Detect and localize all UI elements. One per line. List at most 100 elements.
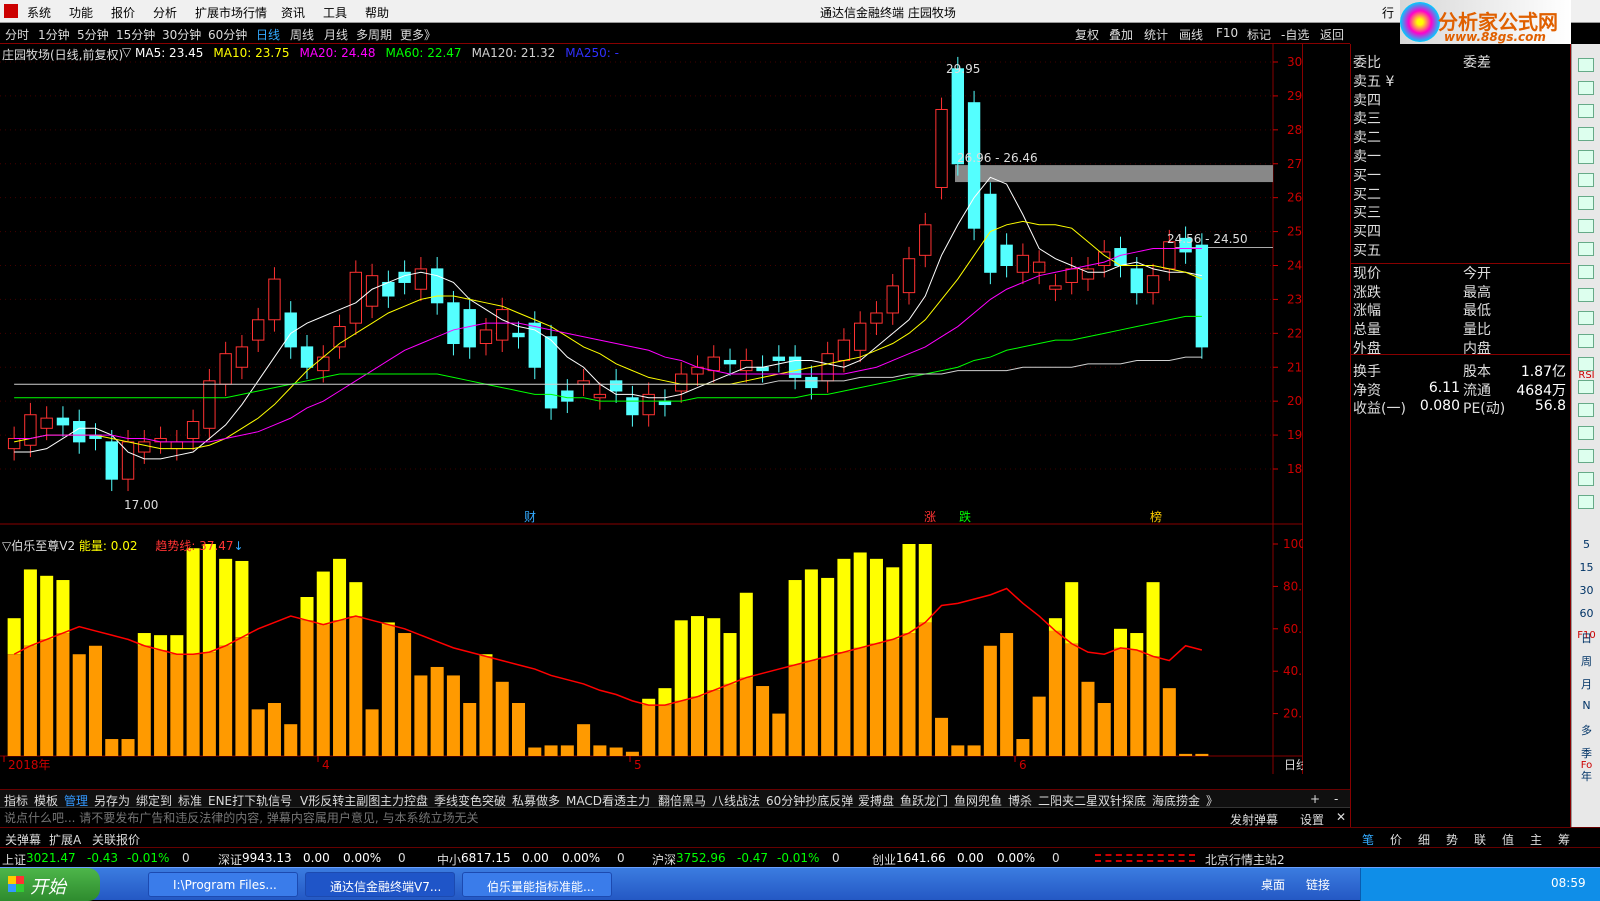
sidebar-period-8[interactable]: 多	[1574, 722, 1599, 740]
energy-bar	[918, 622, 932, 756]
btn-f10[interactable]: F10	[1216, 26, 1238, 40]
energy-bar	[1195, 753, 1209, 756]
sidebar-tool-icon[interactable]	[1578, 196, 1594, 210]
menu-ext-market[interactable]: 扩展市场行情	[195, 4, 267, 21]
btn-overlay[interactable]: 叠加	[1109, 26, 1133, 43]
sidebar-tool-icon[interactable]	[1578, 127, 1594, 141]
task-indicator[interactable]: 伯乐量能指标准能...	[462, 872, 612, 897]
sidebar-tool-icon[interactable]	[1578, 357, 1594, 371]
btn-close-danmu[interactable]: 关弹幕	[5, 831, 41, 848]
btn-extend-a[interactable]: 扩展A	[49, 831, 81, 848]
btn-mark[interactable]: 标记	[1247, 26, 1271, 43]
energy-bar	[1016, 739, 1030, 756]
detail-tab-5[interactable]: 值	[1502, 831, 1514, 848]
detail-tab-0[interactable]: 笔	[1362, 831, 1374, 848]
menu-quote[interactable]: 报价	[111, 4, 135, 21]
index-vol-0: 0	[182, 851, 190, 865]
sidebar-period-0[interactable]: 5	[1574, 538, 1599, 556]
btn-fuquan[interactable]: 复权	[1075, 26, 1099, 43]
period-toolbar: 分时 1分钟 5分钟 15分钟 30分钟 60分钟 日线 周线 月线 多周期 更…	[0, 23, 1350, 44]
sidebar-tool-icon[interactable]	[1578, 288, 1594, 302]
candle-body	[186, 421, 200, 439]
energy-bar	[121, 739, 135, 756]
sidebar-tool-icon[interactable]	[1578, 472, 1594, 486]
tab-remove-button[interactable]: -	[1334, 792, 1338, 806]
sidebar-tool-icon[interactable]	[1578, 426, 1594, 440]
period-monthly[interactable]: 月线	[324, 26, 348, 43]
energy-bar	[609, 747, 623, 756]
start-button[interactable]: 开始	[0, 868, 100, 901]
sidebar-tool-icon[interactable]	[1578, 495, 1594, 509]
period-30min[interactable]: 30分钟	[162, 26, 201, 43]
period-15min[interactable]: 15分钟	[116, 26, 155, 43]
sidebar-tool-icon[interactable]	[1578, 104, 1594, 118]
detail-tab-7[interactable]: 筹	[1558, 831, 1570, 848]
chart-svg[interactable]: 30.00 29.00 28.00 27.00 26.00 25.00 24.00 23.00…	[0, 44, 1303, 774]
sidebar-tool-icon[interactable]	[1578, 219, 1594, 233]
menu-system[interactable]: 系统	[27, 4, 51, 21]
menu-tools[interactable]: 工具	[323, 4, 347, 21]
btn-back[interactable]: 返回	[1320, 26, 1344, 43]
sidebar-period-1[interactable]: 15	[1574, 561, 1599, 579]
menu-function[interactable]: 功能	[69, 4, 93, 21]
menu-analysis[interactable]: 分析	[153, 4, 177, 21]
energy-bar	[446, 675, 460, 756]
tab-add-button[interactable]: +	[1310, 792, 1320, 806]
sidebar-period-6[interactable]: 月	[1574, 676, 1599, 694]
sidebar-period-5[interactable]: 周	[1574, 653, 1599, 671]
tray-desktop[interactable]: 桌面	[1261, 876, 1285, 893]
danmu-settings-button[interactable]: 设置	[1300, 811, 1324, 828]
task-tdx[interactable]: 通达信金融终端V7...	[305, 872, 455, 897]
sidebar-tool-icon[interactable]	[1578, 403, 1594, 417]
detail-tab-3[interactable]: 势	[1446, 831, 1458, 848]
sidebar-tool-icon[interactable]	[1578, 242, 1594, 256]
index-name-4: 创业	[872, 853, 897, 867]
sidebar-tool-icon[interactable]	[1578, 150, 1594, 164]
detail-tab-2[interactable]: 细	[1418, 831, 1430, 848]
sidebar-period-9[interactable]: 季	[1574, 745, 1599, 763]
btn-related-quote[interactable]: 关联报价	[92, 831, 140, 848]
detail-tab-6[interactable]: 主	[1530, 831, 1542, 848]
btn-stats[interactable]: 统计	[1144, 26, 1168, 43]
sidebar-tool-icon[interactable]	[1578, 265, 1594, 279]
detail-tab-4[interactable]: 联	[1474, 831, 1486, 848]
task-explorer[interactable]: I:\Program Files...	[148, 872, 298, 897]
sidebar-period-4[interactable]: 日	[1574, 630, 1599, 648]
index-name-2: 中小	[437, 853, 462, 867]
sidebar-tool-icon[interactable]	[1578, 58, 1594, 72]
task-indicator-label: 伯乐量能指标准能...	[487, 880, 595, 894]
danmu-close-icon[interactable]: ✕	[1336, 810, 1346, 824]
period-60min[interactable]: 60分钟	[208, 26, 247, 43]
menu-news[interactable]: 资讯	[281, 4, 305, 21]
period-tick[interactable]: 分时	[5, 26, 29, 43]
chart-area[interactable]: 30.00 29.00 28.00 27.00 26.00 25.00 24.00 23.00…	[0, 44, 1303, 774]
period-daily[interactable]: 日线	[256, 26, 280, 43]
period-multi[interactable]: 多周期	[356, 26, 392, 43]
sidebar-tool-icon[interactable]	[1578, 311, 1594, 325]
candle-body	[805, 376, 818, 389]
sidebar-tool-icon[interactable]	[1578, 334, 1594, 348]
btn-watchlist[interactable]: -自选	[1281, 26, 1309, 43]
tray-links[interactable]: 链接	[1306, 876, 1330, 893]
menu-right-tab[interactable]: 行	[1382, 4, 1394, 21]
sidebar-period-7[interactable]: N	[1574, 699, 1599, 717]
menu-help[interactable]: 帮助	[365, 4, 389, 21]
ma-toggle-icon[interactable]: ▽	[122, 45, 131, 59]
danmu-input[interactable]	[4, 810, 1154, 826]
period-more[interactable]: 更多》	[400, 26, 436, 43]
period-weekly[interactable]: 周线	[290, 26, 314, 43]
sidebar-tool-icon[interactable]	[1578, 173, 1594, 187]
sidebar-tool-icon[interactable]	[1578, 449, 1594, 463]
danmu-send-button[interactable]: 发射弹幕	[1230, 811, 1278, 828]
candle-body	[1000, 244, 1013, 266]
candle-body	[967, 102, 981, 229]
sidebar-period-3[interactable]: 60	[1574, 607, 1599, 625]
detail-tab-1[interactable]: 价	[1390, 831, 1402, 848]
sidebar-tool-icon[interactable]	[1578, 81, 1594, 95]
btn-draw[interactable]: 画线	[1179, 26, 1203, 43]
period-1min[interactable]: 1分钟	[38, 26, 70, 43]
sidebar-tool-icon[interactable]	[1578, 380, 1594, 394]
period-5min[interactable]: 5分钟	[77, 26, 109, 43]
sidebar-period-2[interactable]: 30	[1574, 584, 1599, 602]
sidebar-period-10[interactable]: 年	[1574, 768, 1599, 786]
